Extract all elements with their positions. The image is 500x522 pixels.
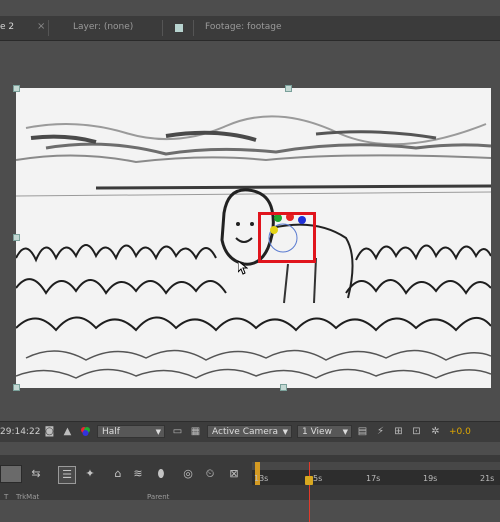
tab-composition[interactable]: e 2 bbox=[0, 22, 14, 32]
ruler-tick: 21s bbox=[480, 474, 495, 483]
exposure-reset-icon[interactable]: ✲ bbox=[430, 426, 441, 437]
tab-divider bbox=[48, 20, 49, 36]
flowchart-icon[interactable]: ⊡ bbox=[411, 426, 422, 437]
sketch-footage-frame bbox=[16, 88, 491, 388]
composition-mini-flowchart-icon[interactable]: ⇆ bbox=[28, 466, 44, 482]
tab-footage[interactable]: Footage: footage bbox=[205, 22, 282, 32]
timeline-toolbar: ⇆ ☰ ✦ ⌂ ≋ ⬮ ◎ ⏲ ⊠ bbox=[0, 463, 250, 485]
layer-handle-top-center[interactable] bbox=[285, 85, 292, 92]
lock-comp-icon[interactable]: ⊠ bbox=[226, 466, 242, 482]
draft-3d-icon[interactable]: ⌂ bbox=[110, 466, 126, 482]
exposure-value[interactable]: +0.0 bbox=[449, 425, 471, 439]
camera-icon[interactable]: ◙ bbox=[44, 426, 55, 437]
view-layout-dropdown[interactable]: 1 View ▼ bbox=[297, 425, 352, 438]
current-time-indicator[interactable] bbox=[305, 476, 313, 485]
rgb-channel-icon[interactable] bbox=[80, 426, 91, 437]
resolution-value: Half bbox=[102, 427, 120, 437]
resolution-dropdown[interactable]: Half ▼ bbox=[97, 425, 165, 438]
motion-blur-icon[interactable]: ≋ bbox=[130, 466, 146, 482]
ruler-tick: 19s bbox=[423, 474, 438, 483]
ruler-tick: 17s bbox=[366, 474, 381, 483]
view-layout-value: 1 View bbox=[302, 427, 332, 437]
ruler-tick: 5s bbox=[313, 474, 323, 483]
viewer-control-bar: 29:14:22 ◙ ▲ Half ▼ ▭ ▦ Active Camera ▼ … bbox=[0, 421, 500, 442]
composition-viewer[interactable] bbox=[16, 88, 491, 388]
timeline-panel: ⇆ ☰ ✦ ⌂ ≋ ⬮ ◎ ⏲ ⊠ 13s 5s 17s 19s 21s T T… bbox=[0, 455, 500, 522]
camera-value: Active Camera bbox=[212, 427, 279, 437]
show-snapshot-icon[interactable]: ▲ bbox=[62, 426, 73, 437]
frame-blending-icon[interactable]: ✦ bbox=[82, 466, 98, 482]
graph-editor-icon[interactable]: ◎ bbox=[180, 466, 196, 482]
layer-handle-mid-left[interactable] bbox=[13, 234, 20, 241]
brainstorm-icon[interactable]: ⬮ bbox=[153, 466, 169, 482]
transparency-grid-icon[interactable]: ▦ bbox=[190, 426, 201, 437]
layer-handle-bottom-left[interactable] bbox=[13, 384, 20, 391]
chevron-down-icon: ▼ bbox=[342, 428, 348, 436]
panel-tab-bar: e 2 × Layer: (none) Footage: footage bbox=[0, 16, 500, 41]
tab-divider bbox=[162, 20, 163, 36]
chevron-down-icon: ▼ bbox=[155, 428, 161, 436]
region-of-interest-icon[interactable]: ▭ bbox=[172, 426, 183, 437]
chevron-down-icon: ▼ bbox=[282, 428, 288, 436]
selection-highlight-box bbox=[258, 212, 316, 263]
mouse-cursor-icon bbox=[238, 261, 248, 275]
ruler-tick: 13s bbox=[254, 474, 269, 483]
time-ruler[interactable]: 13s 5s 17s 19s 21s bbox=[252, 462, 500, 522]
layer-handle-top-left[interactable] bbox=[13, 85, 20, 92]
fast-previews-icon[interactable]: ⚡ bbox=[375, 426, 386, 437]
footage-icon bbox=[175, 24, 183, 32]
shy-layers-icon[interactable]: ☰ bbox=[58, 466, 76, 484]
tab-divider bbox=[193, 20, 194, 36]
work-area-bar[interactable] bbox=[252, 462, 500, 470]
tab-layer[interactable]: Layer: (none) bbox=[73, 22, 133, 32]
playhead-line[interactable] bbox=[309, 462, 310, 522]
close-tab-icon[interactable]: × bbox=[37, 21, 45, 32]
layer-handle-bottom-center[interactable] bbox=[280, 384, 287, 391]
camera-dropdown[interactable]: Active Camera ▼ bbox=[207, 425, 292, 438]
timer-icon[interactable]: ⏲ bbox=[202, 466, 218, 482]
timeline-icon[interactable]: ⊞ bbox=[393, 426, 404, 437]
timeline-search-input[interactable] bbox=[0, 465, 22, 483]
current-time-display[interactable]: 29:14:22 bbox=[0, 425, 40, 439]
pixel-aspect-icon[interactable]: ▤ bbox=[357, 426, 368, 437]
